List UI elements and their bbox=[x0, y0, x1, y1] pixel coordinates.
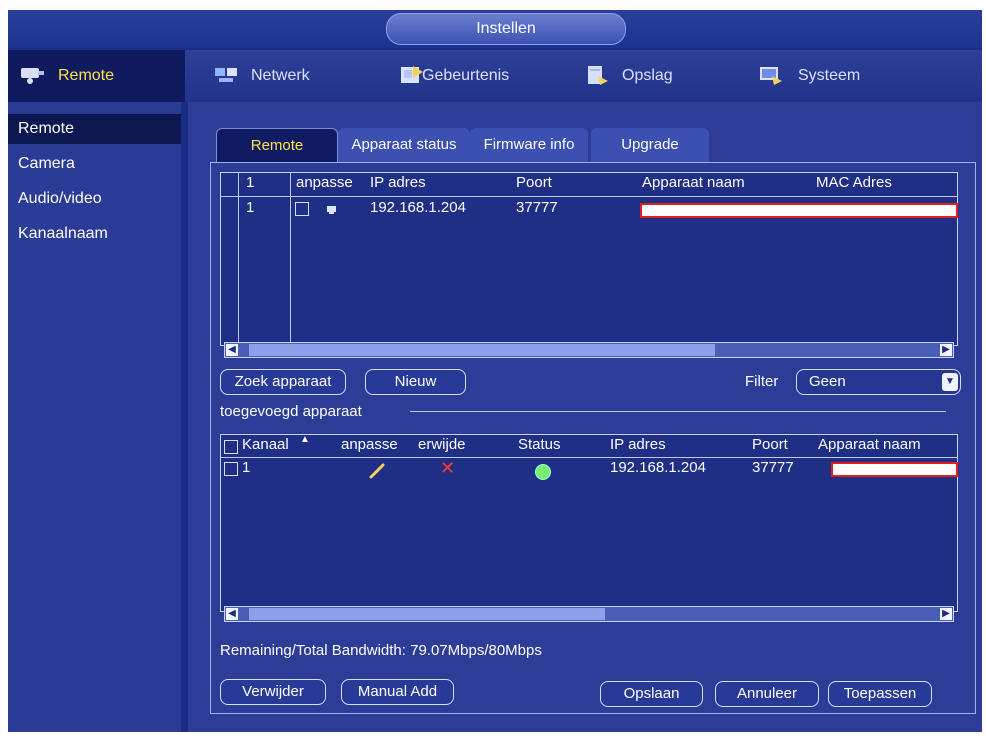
top-nav-remote-label: Remote bbox=[58, 67, 115, 84]
search-table-header-device-name: Apparaat naam bbox=[642, 174, 745, 191]
sidebar-item-label: Remote bbox=[18, 120, 75, 137]
scroll-right-icon[interactable]: ▶ bbox=[940, 344, 952, 356]
top-navigation: Remote Netwerk Gebeurtenis Opslag Systee… bbox=[8, 50, 982, 102]
section-divider bbox=[410, 411, 946, 412]
tab-label: Firmware info bbox=[483, 136, 575, 153]
top-nav-gebeurtenis-label: Gebeurtenis bbox=[422, 67, 510, 84]
tab-remote[interactable]: Remote bbox=[216, 128, 338, 163]
search-row-port: 37777 bbox=[516, 199, 558, 216]
row-checkbox[interactable] bbox=[224, 462, 238, 476]
tab-upgrade[interactable]: Upgrade bbox=[591, 128, 709, 162]
search-table-header-ip: IP adres bbox=[370, 174, 426, 191]
search-table-header-port: Poort bbox=[516, 174, 552, 191]
settings-window: Instellen Remote Netwerk Gebeurtenis Ops… bbox=[8, 10, 982, 732]
delete-x-icon[interactable]: ✕ bbox=[440, 458, 455, 479]
search-table-scrollbar[interactable]: ◀ ▶ bbox=[224, 342, 954, 358]
new-button[interactable]: Nieuw bbox=[365, 369, 466, 395]
scroll-right-icon[interactable]: ▶ bbox=[940, 608, 952, 620]
search-row-index: 1 bbox=[246, 199, 255, 216]
sidebar-item-label: Audio/video bbox=[18, 190, 102, 207]
table-divider bbox=[238, 172, 239, 346]
tab-label: Upgrade bbox=[621, 136, 679, 153]
added-row-channel: 1 bbox=[242, 459, 251, 476]
scroll-left-icon[interactable]: ◀ bbox=[226, 608, 238, 620]
network-icon bbox=[215, 68, 237, 82]
added-devices-table bbox=[220, 434, 958, 612]
added-table-header-edit: anpasse bbox=[341, 436, 398, 453]
apply-button[interactable]: Toepassen bbox=[828, 681, 932, 707]
delete-button[interactable]: Verwijder bbox=[220, 679, 326, 705]
window-title: Instellen bbox=[386, 13, 626, 45]
added-table-header-delete: erwijde bbox=[418, 436, 466, 453]
search-row-ip: 192.168.1.204 bbox=[370, 199, 466, 216]
left-sidebar: Remote Camera Audio/video Kanaalnaam bbox=[8, 102, 181, 732]
cancel-button[interactable]: Annuleer bbox=[715, 681, 819, 707]
tab-label: Remote bbox=[250, 137, 304, 154]
top-nav-systeem-label: Systeem bbox=[798, 67, 861, 84]
select-all-checkbox[interactable] bbox=[224, 440, 238, 454]
added-table-header-port: Poort bbox=[752, 436, 788, 453]
sidebar-item-camera[interactable]: Camera bbox=[18, 155, 75, 173]
sidebar-item-label: Kanaalnaam bbox=[18, 225, 108, 242]
sidebar-item-remote[interactable]: Remote bbox=[8, 114, 181, 144]
scroll-left-icon[interactable]: ◀ bbox=[226, 344, 238, 356]
table-divider bbox=[290, 172, 291, 346]
manual-add-button[interactable]: Manual Add bbox=[341, 679, 454, 705]
sidebar-item-audio-video[interactable]: Audio/video bbox=[18, 190, 102, 208]
pencil-icon[interactable] bbox=[368, 462, 386, 480]
status-online-indicator bbox=[535, 464, 551, 480]
filter-label: Filter bbox=[745, 373, 779, 390]
search-table-header-edit: anpasse bbox=[296, 174, 353, 191]
added-table-header-status: Status bbox=[518, 436, 561, 453]
device-icon bbox=[327, 206, 336, 214]
added-table-scrollbar[interactable]: ◀ ▶ bbox=[224, 606, 954, 622]
scrollbar-thumb[interactable] bbox=[249, 608, 605, 620]
search-row-checkbox[interactable] bbox=[295, 202, 309, 216]
filter-select[interactable]: Geen ▼ bbox=[796, 369, 961, 395]
tab-apparaat-status[interactable]: Apparaat status bbox=[338, 128, 470, 162]
search-table-header-mac: MAC Adres bbox=[816, 174, 892, 191]
remote-camera-icon bbox=[21, 68, 44, 84]
table-header-divider bbox=[220, 457, 958, 458]
search-table-header-index: 1 bbox=[246, 174, 255, 191]
sidebar-item-kanaalnaam[interactable]: Kanaalnaam bbox=[18, 225, 108, 243]
sort-up-icon[interactable]: ▲ bbox=[300, 434, 310, 445]
scrollbar-thumb[interactable] bbox=[249, 344, 715, 356]
tab-firmware-info[interactable]: Firmware info bbox=[470, 128, 588, 162]
tab-label: Apparaat status bbox=[351, 136, 457, 153]
search-row-device-name bbox=[640, 203, 958, 218]
table-header-divider bbox=[220, 196, 958, 197]
bandwidth-text: Remaining/Total Bandwidth: 79.07Mbps/80M… bbox=[220, 642, 542, 659]
added-devices-title: toegevoegd apparaat bbox=[220, 403, 362, 420]
added-table-header-device-name: Apparaat naam bbox=[818, 436, 921, 453]
system-icon bbox=[760, 67, 782, 85]
event-icon bbox=[401, 66, 423, 83]
top-nav-opslag-label: Opslag bbox=[622, 67, 673, 84]
filter-value: Geen bbox=[809, 373, 846, 390]
save-button[interactable]: Opslaan bbox=[600, 681, 703, 707]
added-row-port: 37777 bbox=[752, 459, 794, 476]
added-row-ip: 192.168.1.204 bbox=[610, 459, 706, 476]
chevron-down-icon: ▼ bbox=[942, 373, 958, 391]
added-table-header-ip: IP adres bbox=[610, 436, 666, 453]
added-row-device-name bbox=[831, 462, 958, 477]
search-device-button[interactable]: Zoek apparaat bbox=[220, 369, 346, 395]
search-results-table bbox=[220, 172, 958, 346]
storage-icon bbox=[588, 66, 608, 85]
added-table-header-channel: Kanaal bbox=[242, 436, 289, 453]
top-nav-netwerk-label: Netwerk bbox=[251, 67, 310, 84]
title-bar: Instellen bbox=[8, 10, 982, 48]
sidebar-item-label: Camera bbox=[18, 155, 75, 172]
